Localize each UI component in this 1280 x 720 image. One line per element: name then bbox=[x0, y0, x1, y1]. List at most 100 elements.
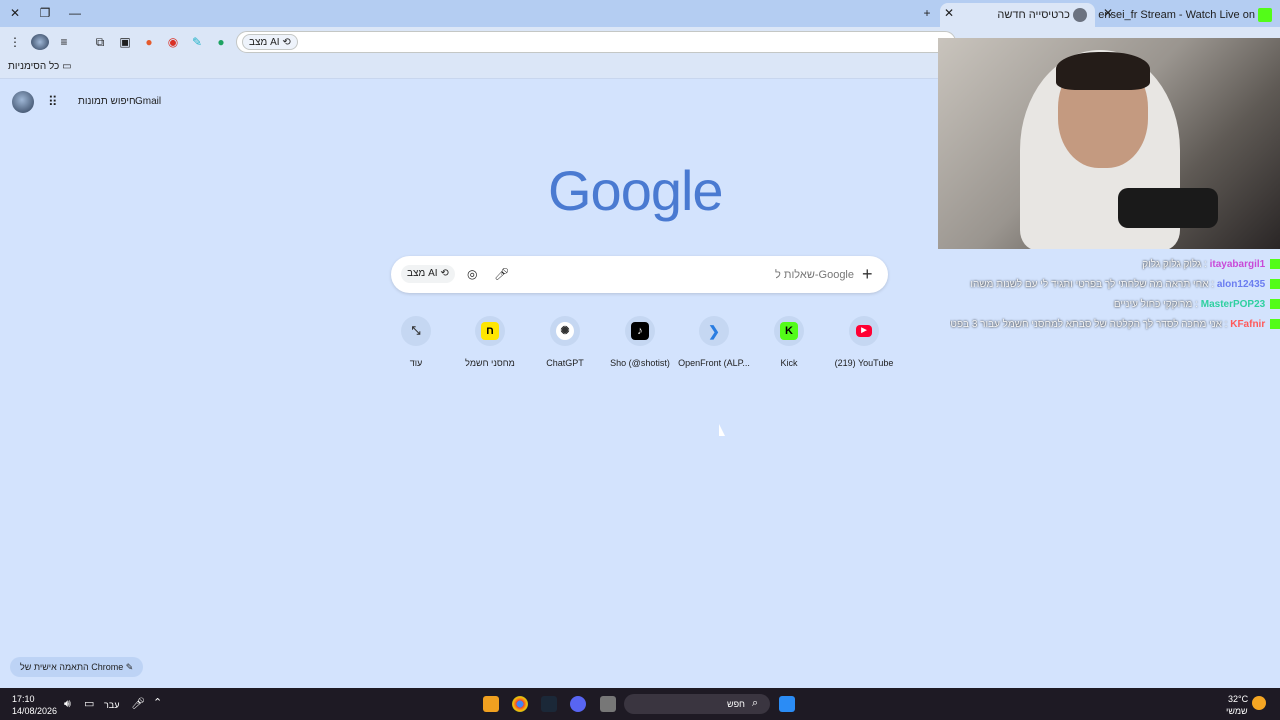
clock-date[interactable]: 14/08/2026 bbox=[12, 705, 57, 717]
chat-message: alon12435 : אחי תראה מה שלחתי לך בפרטי ו… bbox=[950, 277, 1280, 293]
minimize-window-icon[interactable]: — bbox=[64, 4, 86, 22]
lens-icon[interactable]: ◎ bbox=[467, 267, 477, 281]
ai-sparkle-icon: ⟲ bbox=[282, 37, 291, 48]
extension-icon[interactable]: ◉ bbox=[164, 34, 182, 50]
tab-title: sensei_fr Stream - Watch Live on bbox=[1098, 9, 1255, 21]
shortcut-label: Sho (@shotist) bbox=[610, 358, 670, 368]
customize-chrome-button[interactable]: התאמה אישית של Chrome ✎ bbox=[10, 657, 144, 677]
ai-mode-label: מצב AI bbox=[249, 37, 280, 48]
account-avatar[interactable] bbox=[12, 91, 34, 113]
shortcut-kick[interactable]: K Kick bbox=[749, 316, 829, 369]
tab-title: כרטיסייה חדשה bbox=[997, 9, 1070, 21]
tab-new-tab[interactable]: כרטיסייה חדשה bbox=[940, 3, 1095, 27]
images-link[interactable]: חיפוש תמונות bbox=[78, 95, 136, 109]
kick-badge-icon bbox=[1270, 279, 1280, 290]
chat-text: אני מחכה לסדר לך הקלטה של סבתא למחסני חש… bbox=[950, 319, 1222, 330]
start-icon[interactable] bbox=[779, 696, 795, 712]
network-icon[interactable]: ▭ bbox=[84, 698, 94, 710]
kick-icon: K bbox=[780, 322, 798, 340]
shortcut-tiktok[interactable]: ♪ Sho (@shotist) bbox=[600, 316, 680, 369]
ai-sparkle-icon: ⟲ bbox=[440, 268, 449, 279]
chat-message: KFafnir : אני מחכה לסדר לך הקלטה של סבתא… bbox=[950, 317, 1280, 333]
tiktok-icon: ♪ bbox=[631, 322, 649, 340]
shortcut-youtube[interactable]: ▶ (219) YouTube bbox=[824, 316, 904, 369]
taskbar-search-label: חפש bbox=[727, 699, 745, 709]
shortcut-chatgpt[interactable]: ✺ ChatGPT bbox=[525, 316, 605, 369]
shortcut-label: OpenFront (ALP... bbox=[678, 358, 750, 368]
ai-mode-label: מצב AI bbox=[407, 268, 438, 279]
chatgpt-icon: ✺ bbox=[556, 322, 574, 340]
apps-grid-icon[interactable]: ⠿ bbox=[48, 95, 62, 109]
shortcut-openfront[interactable]: ❯ OpenFront (ALP... bbox=[674, 316, 754, 369]
shortcut-label: מחסני חשמל bbox=[465, 358, 515, 368]
tab-stream[interactable]: sensei_fr Stream - Watch Live on bbox=[1098, 3, 1280, 27]
temperature[interactable]: 32°C bbox=[1228, 693, 1248, 705]
microphone-tray-icon[interactable]: 🎤︎ bbox=[131, 698, 145, 710]
microphone-icon[interactable]: 🎤︎ bbox=[494, 267, 509, 281]
tray-chevron-icon[interactable]: ⌃ bbox=[153, 697, 162, 709]
reading-list-icon[interactable]: ≡ bbox=[55, 34, 73, 50]
chat-username: KFafnir bbox=[1230, 319, 1266, 330]
chat-username: itayabargil1 bbox=[1209, 259, 1266, 270]
new-tab-icon[interactable]: + bbox=[916, 4, 938, 22]
chat-username: alon12435 bbox=[1216, 279, 1266, 290]
microphone bbox=[1118, 188, 1218, 228]
openfront-icon: ❯ bbox=[708, 323, 720, 339]
close-tab-icon[interactable]: ✕ bbox=[1097, 4, 1119, 22]
menu-icon[interactable]: ⋮ bbox=[6, 34, 24, 50]
kick-tab-icon bbox=[1258, 8, 1272, 23]
clock-time[interactable]: 17:10 bbox=[12, 693, 35, 705]
shortcut-label: Kick bbox=[780, 358, 798, 368]
ai-mode-button[interactable]: מצב AI ⟲ bbox=[242, 34, 298, 50]
store-icon: ח bbox=[481, 322, 499, 340]
search-icon: ⌕ bbox=[752, 697, 759, 709]
file-explorer-icon[interactable] bbox=[600, 696, 616, 712]
app-icon[interactable] bbox=[483, 696, 499, 712]
taskbar-search[interactable]: חפש ⌕ bbox=[624, 694, 770, 714]
close-tab-icon[interactable]: ✕ bbox=[938, 4, 960, 22]
shortcut-label: ChatGPT bbox=[546, 358, 584, 368]
customize-label: התאמה אישית של Chrome bbox=[20, 662, 124, 672]
google-logo: Google bbox=[548, 159, 724, 222]
address-bar[interactable] bbox=[236, 31, 956, 53]
grammarly-icon[interactable]: ● bbox=[212, 34, 230, 50]
kick-badge-icon bbox=[1270, 319, 1280, 330]
youtube-icon: ▶ bbox=[856, 325, 872, 337]
shortcut-label: עוד bbox=[409, 358, 423, 368]
translate-icon[interactable]: ✎ bbox=[188, 34, 206, 50]
tab-search-icon[interactable]: ▣ bbox=[116, 34, 134, 50]
chrome-tab-icon bbox=[1073, 8, 1087, 23]
mouse-cursor bbox=[719, 424, 725, 436]
search-input[interactable]: שאלות ל-Google bbox=[720, 268, 854, 282]
shortcut-more[interactable]: ⤡ עוד bbox=[376, 316, 456, 369]
restore-window-icon[interactable]: ❐ bbox=[34, 4, 56, 22]
weather-label[interactable]: שמשי bbox=[1226, 705, 1248, 717]
ai-mode-button[interactable]: מצב AI ⟲ bbox=[401, 265, 455, 283]
shortcut-store[interactable]: ח מחסני חשמל bbox=[450, 316, 530, 369]
discord-taskbar-icon[interactable] bbox=[570, 696, 586, 712]
close-window-icon[interactable]: ✕ bbox=[4, 4, 26, 22]
chat-text: אחי תראה מה שלחתי לך בפרטי ותגיד לי עם ל… bbox=[970, 279, 1209, 290]
profile-icon[interactable] bbox=[31, 34, 49, 50]
streamer-hair bbox=[1056, 52, 1150, 90]
volume-icon[interactable]: 🔊︎ bbox=[64, 698, 71, 710]
extensions-icon[interactable]: ⧉ bbox=[91, 34, 109, 50]
chat-text: מרוקקי כחול עיניים bbox=[1113, 299, 1193, 310]
chat-username: MasterPOP23 bbox=[1200, 299, 1266, 310]
expand-icon: ⤡ bbox=[411, 325, 421, 337]
folder-icon: ▭ bbox=[62, 61, 72, 72]
pencil-icon: ✎ bbox=[125, 662, 134, 672]
chat-text: גלוק גלוק גלוק bbox=[1142, 259, 1202, 270]
chat-message: MasterPOP23 : מרוקקי כחול עיניים bbox=[950, 297, 1280, 313]
gmail-link[interactable]: Gmail bbox=[135, 95, 161, 109]
chrome-taskbar-icon[interactable] bbox=[512, 696, 528, 712]
add-icon[interactable]: + bbox=[862, 265, 873, 283]
steam-taskbar-icon[interactable] bbox=[541, 696, 557, 712]
kick-badge-icon bbox=[1270, 299, 1280, 310]
chat-message: itayabargil1 : גלוק גלוק גלוק bbox=[950, 257, 1280, 273]
shortcut-label: (219) YouTube bbox=[834, 358, 894, 368]
extension-icon[interactable]: ● bbox=[140, 34, 158, 50]
all-bookmarks-label: כל הסימניות bbox=[8, 61, 60, 72]
all-bookmarks-button[interactable]: כל הסימניות ▭ bbox=[8, 60, 72, 74]
language-indicator[interactable]: עבר bbox=[104, 699, 119, 711]
